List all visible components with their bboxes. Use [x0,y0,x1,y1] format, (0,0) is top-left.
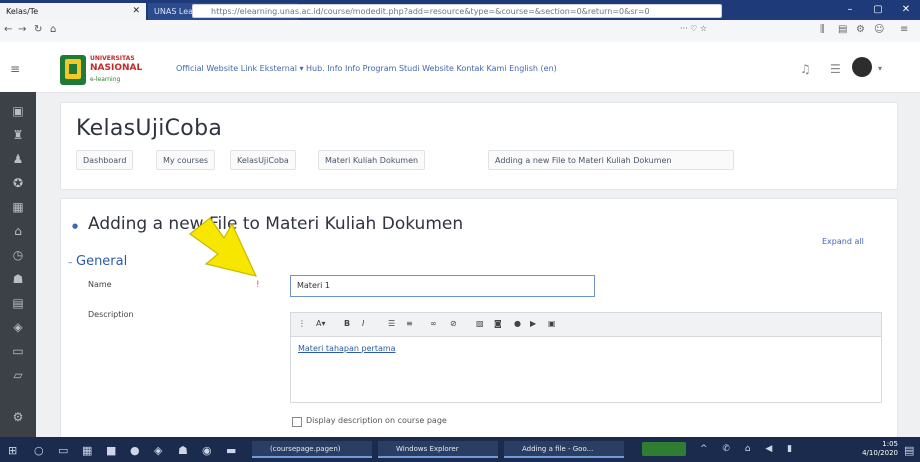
editor-content: Materi tahapan pertama [298,344,396,353]
folder-icon[interactable]: ▱ [0,368,36,382]
taskbar-app[interactable]: Adding a file - Goo... [504,441,624,458]
image-icon[interactable]: ▨ [476,319,484,328]
app-icon[interactable]: ☗ [178,444,188,457]
taskbar-app[interactable]: Windows Explorer [378,441,498,458]
notifications-icon[interactable]: ▤ [904,444,914,457]
h5p-icon[interactable]: ▣ [548,319,556,328]
breadcrumb-dashboard[interactable]: Dashboard [76,150,134,170]
numbered-list-icon[interactable]: ≡ [406,319,413,328]
home-icon[interactable]: ⌂ [50,24,56,35]
page-actions-icon[interactable]: ··· ♡ ☆ [680,24,707,33]
system-tray-icons[interactable]: ^ ✆ ⌂ ◀ ▮ [700,444,798,454]
unlink-icon[interactable]: ⊘ [450,319,457,328]
page-title: Adding a new File to Materi Kuliah Dokum… [88,214,464,234]
bookmark-icon[interactable]: ◈ [0,320,36,334]
section-general[interactable]: General [76,254,127,269]
expand-all-link[interactable]: Expand all [822,237,864,246]
app-icon[interactable]: ◈ [154,444,162,457]
taskbar-app[interactable]: (coursepage.pagen) [252,441,372,458]
breadcrumb-current[interactable]: Adding a new File to Materi Kuliah Dokum… [488,150,734,170]
back-icon[interactable]: ← [4,24,12,35]
browser-tab-active[interactable]: Kelas/Te ✕ [0,3,146,20]
close-window-icon[interactable]: ✕ [892,0,920,20]
paragraph-style-icon[interactable]: A▾ [316,319,326,328]
files-icon[interactable]: ☗ [0,272,36,286]
graduation-cap-icon[interactable]: ♜ [0,128,36,142]
badge-icon[interactable]: ✪ [0,176,36,190]
notification-bell-icon[interactable]: ♫ [800,62,811,76]
logo-text-3: e-learning [90,76,121,83]
site-menu[interactable]: Official Website Link Eksternal ▾ Hub. I… [176,64,557,73]
description-label: Description [88,310,134,319]
grid-icon[interactable]: ▤ [0,296,36,310]
task-view-icon[interactable]: ▭ [58,444,68,457]
logo-text-1: UNIVERSITAS [90,55,135,62]
breadcrumb-section[interactable]: Materi Kuliah Dokumen [318,150,426,170]
collapse-icon[interactable]: – [68,258,73,268]
briefcase-icon[interactable]: ▭ [0,344,36,358]
name-input[interactable]: Materi 1 [290,275,595,297]
minimize-icon[interactable]: – [836,0,864,20]
library-icon[interactable]: ⫼ [820,24,830,36]
dashboard-icon[interactable]: ▣ [0,104,36,118]
toolbar-toggle-icon[interactable]: ⋮ [298,319,306,328]
extension-icon[interactable]: ⚙ [856,24,866,36]
bold-icon[interactable]: B [344,319,350,328]
display-description-label: Display description on course page [306,416,447,425]
clock-time: 1:05 [882,440,898,448]
app-icon[interactable]: ■ [106,444,116,457]
clock-date: 4/10/2020 [862,449,898,457]
calendar-icon[interactable]: ◷ [0,248,36,262]
course-title: KelasUjiCoba [76,116,223,141]
site-logo[interactable]: UNIVERSITAS NASIONAL e-learning [60,55,152,85]
messages-icon[interactable]: ☰ [830,62,841,76]
media-icon[interactable]: ◙ [494,319,502,328]
sidebar-toggle-icon[interactable]: ▤ [838,24,848,36]
file-icon: ● [72,222,79,230]
breadcrumb-course[interactable]: KelasUjiCoba [230,150,296,170]
app-icon[interactable]: ▬ [226,444,236,457]
editor-toolbar [290,312,882,337]
chevron-down-icon[interactable]: ▾ [878,64,882,73]
display-description-checkbox[interactable] [292,417,302,427]
app-icon[interactable]: ◉ [202,444,212,457]
menu-icon[interactable]: ≡ [900,24,910,36]
address-bar-row [0,20,920,43]
left-sidebar [0,92,36,437]
logo-text-2: NASIONAL [90,63,143,73]
users-icon[interactable]: ♟ [0,152,36,166]
status-indicator [642,442,686,456]
forward-icon[interactable]: → [18,24,26,35]
breadcrumb-my-courses[interactable]: My courses [156,150,216,170]
account-icon[interactable]: ☺ [874,24,884,36]
user-avatar[interactable] [852,57,872,77]
hamburger-icon[interactable]: ≡ [10,62,20,76]
home-sidebar-icon[interactable]: ⌂ [0,224,36,238]
record-video-icon[interactable]: ▶ [530,319,536,328]
url-field[interactable]: https://elearning.unas.ac.id/course/mode… [192,4,722,18]
search-icon[interactable]: ○ [34,444,44,457]
link-icon[interactable]: ∞ [430,319,437,328]
window-controls: – ▢ ✕ [836,0,920,20]
bullet-list-icon[interactable]: ☰ [388,319,395,328]
university-emblem [60,55,86,85]
reload-icon[interactable]: ↻ [34,24,42,35]
maximize-icon[interactable]: ▢ [864,0,892,20]
app-icon[interactable]: ● [130,444,140,457]
tab-label: Kelas/Te [6,7,39,16]
start-menu-icon[interactable]: ⊞ [8,444,17,457]
gradebook-icon[interactable]: ▦ [0,200,36,214]
clock[interactable]: 1:05 4/10/2020 [862,440,898,458]
annotation-arrow-icon [189,217,258,277]
name-label: Name [88,280,112,289]
record-audio-icon[interactable]: ● [514,319,521,328]
settings-gear-icon[interactable]: ⚙ [0,410,36,424]
app-icon[interactable]: ▦ [82,444,92,457]
italic-icon[interactable]: I [362,319,364,328]
close-tab-icon[interactable]: ✕ [132,3,140,20]
